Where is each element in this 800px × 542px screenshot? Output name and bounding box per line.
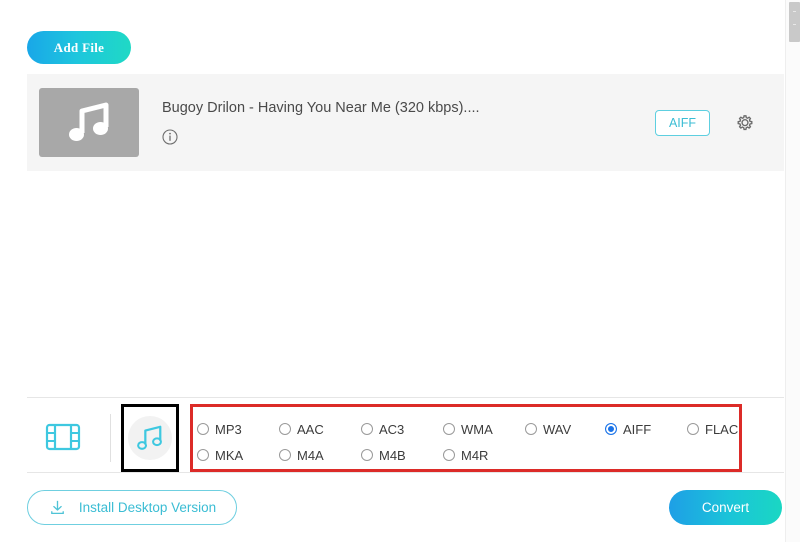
format-label: M4A (297, 448, 324, 463)
format-label: WAV (543, 422, 571, 437)
format-label: WMA (461, 422, 493, 437)
scrollbar-grip (793, 24, 796, 25)
format-panel-bottom-divider (27, 472, 784, 473)
tab-divider (110, 414, 111, 462)
file-output-format-label: AIFF (669, 116, 696, 130)
file-info: Bugoy Drilon - Having You Near Me (320 k… (162, 98, 632, 150)
format-row: MP3 AAC AC3 WMA WAV (197, 416, 739, 442)
file-settings-button[interactable] (732, 110, 758, 136)
format-option-wav[interactable]: WAV (525, 422, 605, 437)
format-option-wma[interactable]: WMA (443, 422, 525, 437)
format-label: AC3 (379, 422, 404, 437)
format-label: MKA (215, 448, 243, 463)
file-title: Bugoy Drilon - Having You Near Me (320 k… (162, 98, 632, 118)
format-panel-top-divider (27, 397, 784, 398)
format-option-m4b[interactable]: M4B (361, 448, 443, 463)
radio-icon[interactable] (197, 449, 209, 461)
file-list-item[interactable]: Bugoy Drilon - Having You Near Me (320 k… (27, 74, 784, 171)
radio-icon[interactable] (279, 449, 291, 461)
radio-icon[interactable] (605, 423, 617, 435)
radio-icon[interactable] (525, 423, 537, 435)
convert-label: Convert (702, 500, 749, 515)
tab-audio[interactable] (121, 404, 179, 472)
radio-icon[interactable] (361, 423, 373, 435)
info-icon[interactable] (162, 129, 178, 145)
format-label: AIFF (623, 422, 651, 437)
format-option-ac3[interactable]: AC3 (361, 422, 443, 437)
format-option-flac[interactable]: FLAC (687, 422, 738, 437)
tab-audio-highlight (128, 416, 172, 460)
file-output-format-badge[interactable]: AIFF (655, 110, 710, 136)
scrollbar-thumb[interactable] (789, 2, 800, 42)
format-label: M4R (461, 448, 488, 463)
format-option-m4r[interactable]: M4R (443, 448, 525, 463)
radio-icon[interactable] (361, 449, 373, 461)
format-option-mka[interactable]: MKA (197, 448, 279, 463)
download-icon (48, 498, 67, 517)
audio-converter-window: Add File Bugoy Drilon - Having You Near … (0, 0, 800, 542)
format-label: FLAC (705, 422, 738, 437)
tab-video[interactable] (40, 414, 85, 459)
gear-icon (734, 112, 756, 134)
vertical-scrollbar[interactable] (785, 0, 800, 542)
format-label: AAC (297, 422, 324, 437)
install-label: Install Desktop Version (79, 500, 216, 515)
format-option-mp3[interactable]: MP3 (197, 422, 279, 437)
convert-button[interactable]: Convert (669, 490, 782, 525)
format-row: MKA M4A M4B M4R (197, 442, 739, 468)
radio-icon[interactable] (443, 423, 455, 435)
add-file-button[interactable]: Add File (27, 31, 131, 64)
film-strip-icon (45, 422, 81, 452)
scrollbar-grip (793, 11, 796, 12)
format-option-m4a[interactable]: M4A (279, 448, 361, 463)
format-label: MP3 (215, 422, 242, 437)
format-option-aac[interactable]: AAC (279, 422, 361, 437)
music-note-icon (66, 101, 112, 145)
format-option-aiff[interactable]: AIFF (605, 422, 687, 437)
format-label: M4B (379, 448, 406, 463)
radio-icon[interactable] (443, 449, 455, 461)
radio-icon[interactable] (197, 423, 209, 435)
audio-format-grid: MP3 AAC AC3 WMA WAV (193, 407, 739, 469)
audio-format-options-box: MP3 AAC AC3 WMA WAV (190, 404, 742, 472)
add-file-label: Add File (54, 40, 104, 56)
install-desktop-version-button[interactable]: Install Desktop Version (27, 490, 237, 525)
file-thumbnail (39, 88, 139, 157)
music-note-icon (135, 424, 165, 452)
radio-icon[interactable] (687, 423, 699, 435)
radio-icon[interactable] (279, 423, 291, 435)
